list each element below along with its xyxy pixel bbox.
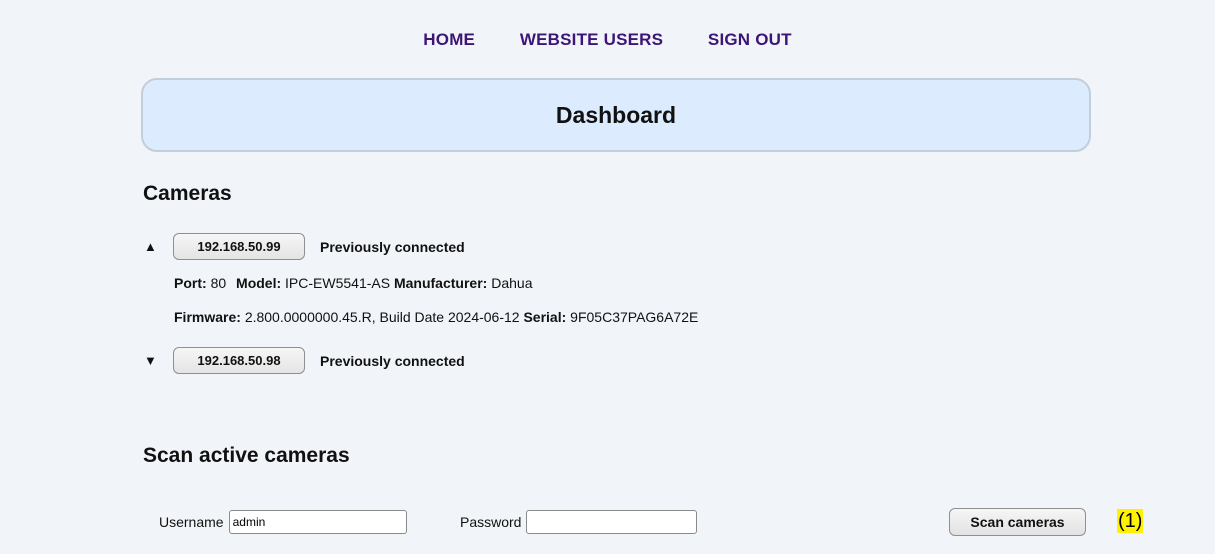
model-value: IPC-EW5541-AS [285,275,391,291]
camera-details-line-2: Firmware: 2.800.0000000.45.R, Build Date… [174,309,698,325]
top-nav: HOME WEBSITE USERS SIGN OUT [0,30,1215,50]
camera-status: Previously connected [320,238,465,255]
dashboard-banner: Dashboard [141,78,1091,152]
model-label: Model: [236,275,282,291]
port-value: 80 [210,275,227,291]
firmware-value: 2.800.0000000.45.R, Build Date 2024-06-1… [244,309,520,325]
port-label: Port: [174,275,207,291]
username-input[interactable] [228,510,407,534]
username-label: Username [159,514,224,530]
camera-row: ▼ 192.168.50.98 Previously connected [144,347,465,374]
nav-home-link[interactable]: HOME [423,30,475,49]
nav-sign-out-link[interactable]: SIGN OUT [708,30,792,49]
camera-status: Previously connected [320,352,465,369]
scan-cameras-button[interactable]: Scan cameras [949,508,1086,536]
manufacturer-label: Manufacturer: [393,275,488,291]
firmware-label: Firmware: [174,309,241,325]
annotation-marker: (1) [1117,509,1144,533]
password-input[interactable] [526,510,698,534]
camera-details-line-1: Port: 80 Model: IPC-EW5541-AS Manufactur… [174,275,532,291]
camera-ip-button[interactable]: 192.168.50.99 [173,233,305,260]
collapse-arrow-icon[interactable]: ▲ [144,239,162,254]
scan-heading: Scan active cameras [143,444,350,467]
cameras-heading: Cameras [143,182,232,205]
page-title: Dashboard [555,101,677,128]
manufacturer-value: Dahua [491,275,533,291]
username-field-group: Username [159,510,407,534]
camera-row: ▲ 192.168.50.99 Previously connected [144,233,465,260]
expand-arrow-icon[interactable]: ▼ [144,353,162,368]
password-label: Password [460,514,522,530]
serial-value: 9F05C37PAG6A72E [570,309,699,325]
camera-ip-button[interactable]: 192.168.50.98 [173,347,305,374]
serial-label: Serial: [523,309,567,325]
password-field-group: Password [460,510,698,534]
nav-website-users-link[interactable]: WEBSITE USERS [520,30,663,49]
